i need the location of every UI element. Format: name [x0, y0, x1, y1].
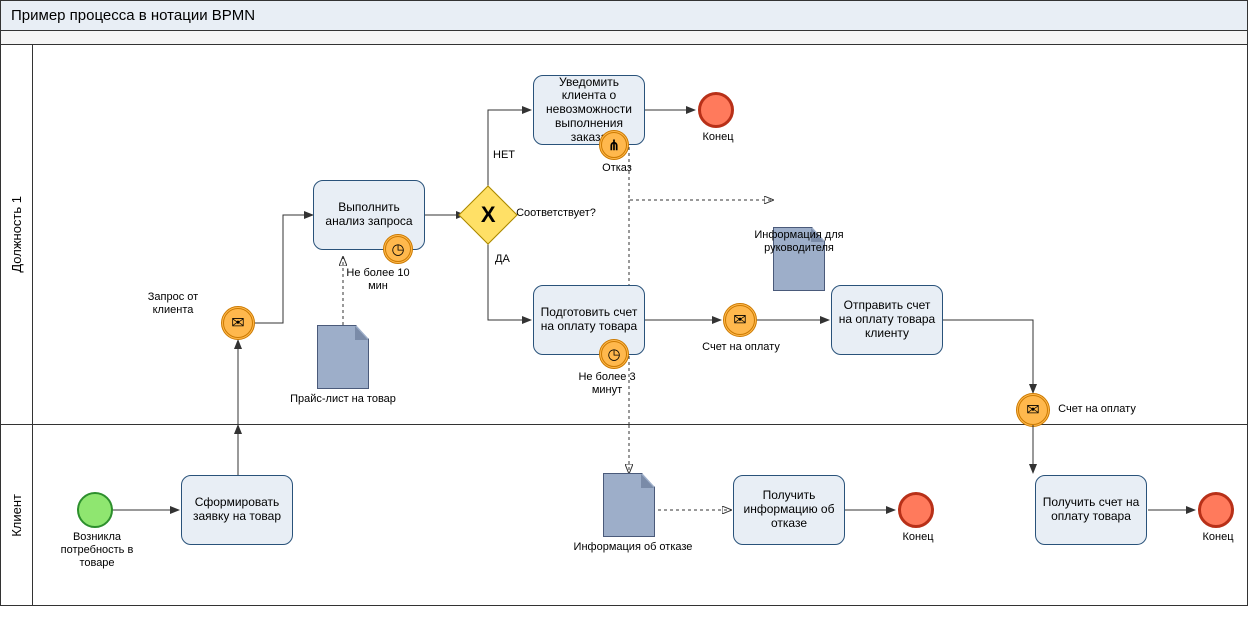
gateway-exclusive-icon: X — [458, 185, 517, 244]
task-receive-invoice: Получить счет на оплату товара — [1035, 475, 1147, 545]
message-event-icon: ✉ — [221, 306, 255, 340]
pool-title: Пример процесса в нотации BPMN — [1, 1, 1247, 31]
manager-info-label: Информация для руководителя — [743, 229, 855, 255]
start-event-icon — [77, 492, 113, 528]
timer-icon: ◷ — [383, 234, 413, 264]
end-event-icon — [698, 92, 734, 128]
task-form-request: Сформировать заявку на товар — [181, 475, 293, 545]
start-label: Возникла потребность в товаре — [53, 531, 141, 571]
data-refusal-info-icon — [603, 473, 655, 537]
lane1-label: Должность 1 — [1, 45, 33, 424]
end-label-2: Конец — [898, 531, 938, 544]
gateway-yes: ДА — [495, 253, 510, 266]
lane2-body: Возникла потребность в товаре Сформирова… — [33, 425, 1247, 605]
pool-subheader — [1, 31, 1247, 45]
task-notify-impossible: Уведомить клиента о невозможности выполн… — [533, 75, 645, 145]
price-list-label: Прайс-лист на товар — [287, 393, 399, 406]
lane1-body: Запрос от клиента ✉ Выполнить анализ зап… — [33, 45, 1247, 424]
lane2-label: Клиент — [1, 425, 33, 605]
end-label-3: Конец — [1198, 531, 1238, 544]
request-client-label: Запрос от клиента — [133, 291, 213, 317]
lane-client: Клиент Возникла потребность в товаре Сф — [1, 425, 1247, 605]
bpmn-pool: Пример процесса в нотации BPMN Должность… — [0, 0, 1248, 606]
end-event-icon-3 — [1198, 492, 1234, 528]
timer-prepare-label: Не более 3 минут — [569, 371, 645, 397]
lane-position-1: Должность 1 — [1, 45, 1247, 425]
message-invoice-down-icon: ✉ — [1016, 393, 1050, 427]
task-send-invoice: Отправить счет на оплату товара клиенту — [831, 285, 943, 355]
refusal-info-label: Информация об отказе — [571, 541, 695, 554]
gateway-question: Соответствует? — [511, 207, 601, 220]
refusal-label: Отказ — [593, 162, 641, 175]
invoice-label-1: Счет на оплату — [693, 341, 789, 354]
message-invoice-icon: ✉ — [723, 303, 757, 337]
gateway-no: НЕТ — [493, 149, 515, 162]
end-event-icon-2 — [898, 492, 934, 528]
data-price-list-icon — [317, 325, 369, 389]
timer-analyze-label: Не более 10 мин — [343, 267, 413, 293]
invoice-down-label: Счет на оплату — [1049, 403, 1145, 416]
task-prepare-invoice: Подготовить счет на оплату товара — [533, 285, 645, 355]
task-receive-refusal: Получить информацию об отказе — [733, 475, 845, 545]
end-label-1: Конец — [698, 131, 738, 144]
compensate-icon: ⋔ — [599, 130, 629, 160]
timer-icon-2: ◷ — [599, 339, 629, 369]
